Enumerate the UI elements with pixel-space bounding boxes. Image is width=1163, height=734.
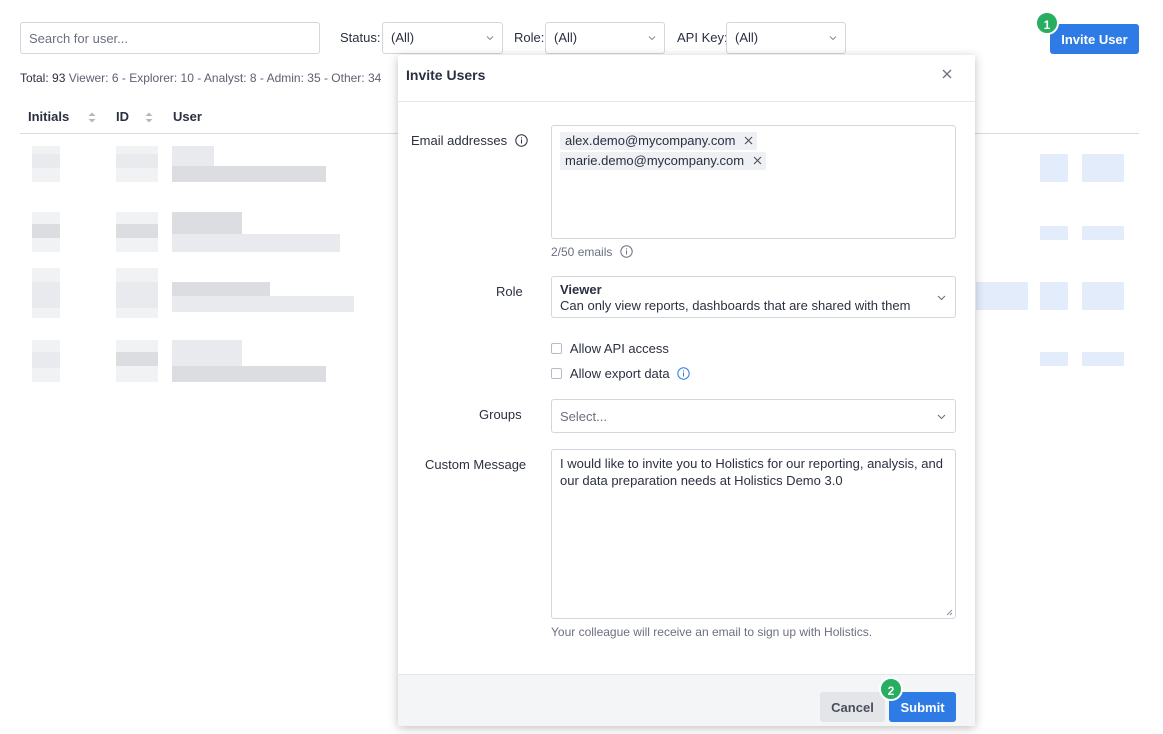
blurred-cell xyxy=(1040,226,1068,240)
role-filter-select[interactable]: (All) xyxy=(545,22,665,54)
modal-header: Invite Users xyxy=(398,55,975,102)
groups-label: Groups xyxy=(479,407,522,422)
blurred-cell xyxy=(172,340,242,366)
remove-icon[interactable] xyxy=(753,156,762,165)
invite-user-button[interactable]: Invite User xyxy=(1050,24,1139,54)
custom-message-textarea[interactable]: I would like to invite you to Holistics … xyxy=(551,449,956,619)
blurred-cell xyxy=(1082,282,1124,310)
sort-icon[interactable] xyxy=(88,112,96,123)
blurred-cell xyxy=(1040,352,1068,366)
blurred-cell xyxy=(172,234,340,252)
allow-export-data-checkbox[interactable] xyxy=(551,368,562,379)
chevron-down-icon xyxy=(937,295,946,301)
email-count: 2/50 emails xyxy=(551,245,633,259)
blurred-cell xyxy=(116,224,158,238)
blurred-cell xyxy=(172,366,326,382)
resize-handle-icon[interactable] xyxy=(945,608,953,616)
groups-placeholder: Select... xyxy=(560,409,607,424)
blurred-cell xyxy=(172,212,242,234)
status-filter-select[interactable]: (All) xyxy=(382,22,503,54)
blurred-cell xyxy=(1082,226,1124,240)
blurred-cell xyxy=(172,296,354,312)
blurred-cell xyxy=(1040,282,1068,310)
search-user-input[interactable] xyxy=(20,22,320,54)
allow-export-data-option[interactable]: Allow export data xyxy=(551,366,690,382)
message-hint: Your colleague will receive an email to … xyxy=(551,625,873,639)
total-count: Total: 93 xyxy=(20,71,66,85)
apikey-filter-select[interactable]: (All) xyxy=(726,22,846,54)
blurred-cell xyxy=(32,282,60,308)
status-filter-label: Status: xyxy=(340,30,381,45)
blurred-cell xyxy=(172,282,270,296)
email-addresses-input[interactable]: alex.demo@mycompany.com marie.demo@mycom… xyxy=(551,125,956,239)
modal-title: Invite Users xyxy=(406,67,486,83)
custom-message-text: I would like to invite you to Holistics … xyxy=(560,456,943,488)
allow-api-access-checkbox[interactable] xyxy=(551,343,562,354)
step-1-badge: 1 xyxy=(1035,11,1059,35)
blurred-cell xyxy=(172,146,214,166)
user-totals: Total: 93 Viewer: 6 - Explorer: 10 - Ana… xyxy=(20,71,381,85)
close-icon[interactable] xyxy=(941,68,953,80)
column-header-id[interactable]: ID xyxy=(116,104,129,130)
info-icon[interactable] xyxy=(677,367,690,380)
blurred-cell xyxy=(172,166,326,182)
email-tag-text: alex.demo@mycompany.com xyxy=(565,133,736,148)
step-2-badge: 2 xyxy=(879,677,903,701)
role-breakdown: Viewer: 6 - Explorer: 10 - Analyst: 8 - … xyxy=(68,71,382,85)
email-count-text: 2/50 emails xyxy=(551,245,613,259)
blurred-cell xyxy=(116,154,158,168)
blurred-cell xyxy=(1082,154,1124,182)
allow-api-access-label: Allow API access xyxy=(569,341,669,356)
chevron-down-icon xyxy=(486,36,494,41)
apikey-filter-label: API Key: xyxy=(677,30,728,45)
email-tag: alex.demo@mycompany.com xyxy=(560,132,758,150)
remove-icon[interactable] xyxy=(744,136,753,145)
role-select[interactable]: Viewer Can only view reports, dashboards… xyxy=(551,276,956,318)
blurred-cell xyxy=(116,352,158,366)
invite-users-modal: Invite Users Email addresses alex.demo@m… xyxy=(398,55,975,726)
blurred-cell xyxy=(32,352,60,368)
filter-toolbar: Status: (All) Role: (All) API Key: (All)… xyxy=(20,22,1139,54)
role-name: Viewer xyxy=(560,282,602,297)
allow-export-data-label: Allow export data xyxy=(569,366,670,381)
blurred-cell xyxy=(976,282,1028,310)
blurred-cell xyxy=(32,154,60,168)
role-filter-label: Role: xyxy=(514,30,545,45)
email-tag: marie.demo@mycompany.com xyxy=(560,152,766,170)
blurred-cell xyxy=(1082,352,1124,366)
cancel-button[interactable]: Cancel xyxy=(820,692,885,722)
status-filter-value: (All) xyxy=(391,30,415,45)
email-tag-text: marie.demo@mycompany.com xyxy=(565,153,745,168)
email-addresses-text: Email addresses xyxy=(411,133,508,148)
role-label: Role xyxy=(496,284,523,299)
info-icon[interactable] xyxy=(515,134,528,147)
custom-message-label: Custom Message xyxy=(425,457,527,472)
blurred-cell xyxy=(32,224,60,238)
column-header-user[interactable]: User xyxy=(173,104,202,130)
info-icon[interactable] xyxy=(620,245,633,258)
blurred-cell xyxy=(116,282,158,308)
groups-select[interactable]: Select... xyxy=(551,399,956,433)
blurred-cell xyxy=(1040,154,1068,182)
apikey-filter-value: (All) xyxy=(735,30,759,45)
role-description: Can only view reports, dashboards that a… xyxy=(560,298,911,313)
allow-api-access-option[interactable]: Allow API access xyxy=(551,341,669,357)
sort-icon[interactable] xyxy=(145,112,153,123)
role-filter-value: (All) xyxy=(554,30,578,45)
column-header-initials[interactable]: Initials xyxy=(28,104,69,130)
chevron-down-icon xyxy=(648,36,656,41)
chevron-down-icon xyxy=(937,414,946,420)
email-addresses-label: Email addresses xyxy=(411,133,528,148)
chevron-down-icon xyxy=(829,36,837,41)
